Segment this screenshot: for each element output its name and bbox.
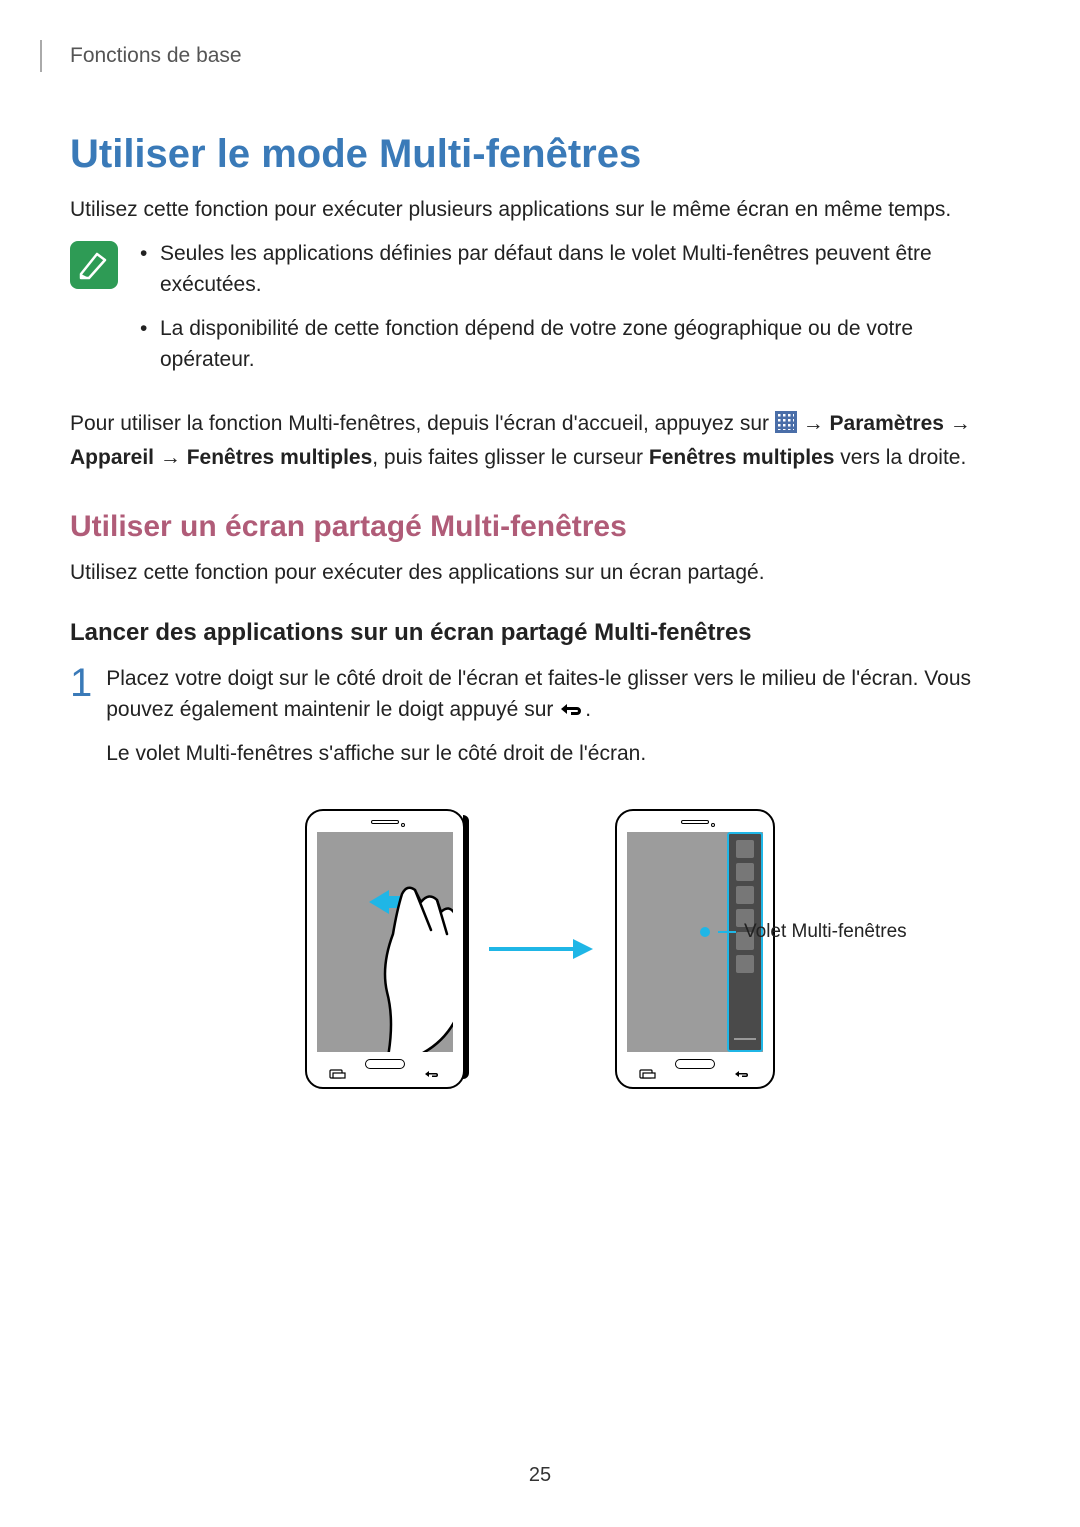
illustration: Volet Multi-fenêtres: [70, 809, 1010, 1089]
arrow-right-icon: [485, 937, 595, 961]
intro-text: Utilisez cette fonction pour exécuter pl…: [70, 195, 1010, 225]
note-block: Seules les applications définies par déf…: [70, 239, 1010, 389]
phone-illustration-panel: [615, 809, 775, 1089]
page-number: 25: [0, 1464, 1080, 1487]
breadcrumb: Fonctions de base: [40, 40, 1010, 72]
section-desc: Utilisez cette fonction pour exécuter de…: [70, 558, 1010, 588]
section-heading: Utiliser un écran partagé Multi-fenêtres: [70, 510, 1010, 544]
step-text: Placez votre doigt sur le côté droit de …: [106, 663, 1010, 728]
apps-grid-icon: [775, 411, 797, 433]
callout-label: Volet Multi-fenêtres: [744, 921, 907, 943]
note-item: Seules les applications définies par déf…: [136, 239, 1010, 300]
subsection-heading: Lancer des applications sur un écran par…: [70, 619, 1010, 647]
step-1: 1 Placez votre doigt sur le côté droit d…: [70, 663, 1010, 780]
callout: Volet Multi-fenêtres: [700, 921, 907, 943]
page-title: Utiliser le mode Multi-fenêtres: [70, 132, 1010, 177]
instruction-paragraph: Pour utiliser la fonction Multi-fenêtres…: [70, 407, 1010, 474]
step-text: Le volet Multi-fenêtres s'affiche sur le…: [106, 738, 1010, 770]
phone-illustration-swipe: [305, 809, 465, 1089]
step-number: 1: [70, 663, 92, 780]
note-icon: [70, 241, 118, 289]
back-icon: [559, 696, 585, 728]
swipe-gesture-icon: [347, 872, 453, 1052]
note-item: La disponibilité de cette fonction dépen…: [136, 314, 1010, 375]
